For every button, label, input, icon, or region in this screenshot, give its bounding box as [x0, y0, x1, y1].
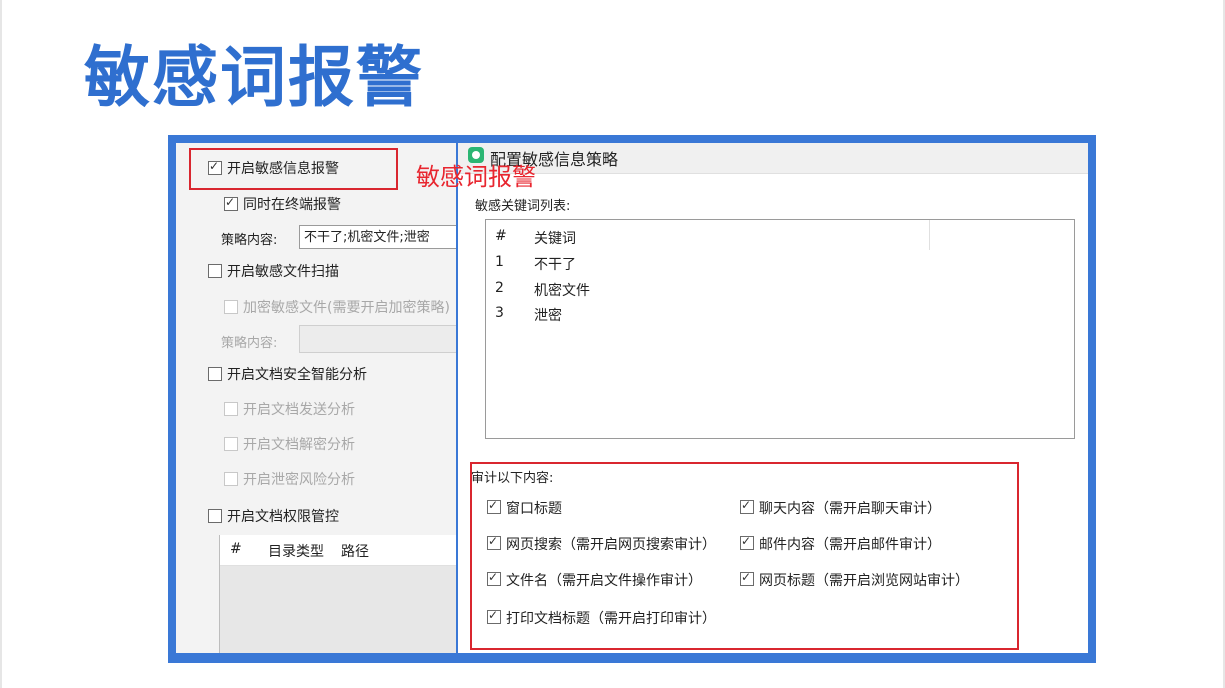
doc-send-analysis-checkbox[interactable]: [224, 402, 238, 416]
slide-edge-left: [0, 0, 2, 688]
keyword-row-value[interactable]: 不干了: [534, 254, 576, 274]
directory-table[interactable]: # 目录类型 路径: [219, 535, 456, 653]
alert-on-terminal-label: 同时在终端报警: [243, 197, 341, 213]
policy-content-input-2[interactable]: [299, 325, 456, 353]
enable-file-scan-label: 开启敏感文件扫描: [227, 264, 339, 280]
keyword-row-index: 3: [495, 305, 504, 321]
policy-settings-panel: 开启敏感信息报警 同时在终端报警 策略内容: 不干了;机密文件;泄密 开启敏感文…: [176, 143, 456, 653]
enable-file-scan-checkbox[interactable]: [208, 264, 222, 278]
highlight-box-audit: [470, 462, 1019, 650]
policy-content-label-2: 策略内容:: [221, 336, 278, 351]
encrypt-sensitive-files-checkbox[interactable]: [224, 300, 238, 314]
keyword-row-value[interactable]: 泄密: [534, 305, 562, 325]
column-header-index: #: [230, 541, 242, 557]
enable-doc-permission-label: 开启文档权限管控: [227, 509, 339, 525]
enable-doc-analysis-checkbox[interactable]: [208, 367, 222, 381]
doc-decrypt-analysis-label: 开启文档解密分析: [243, 437, 355, 453]
leak-risk-analysis-label: 开启泄密风险分析: [243, 472, 355, 488]
keyword-header-keyword: 关键词: [534, 231, 576, 247]
column-header-dir-type: 目录类型: [268, 544, 324, 560]
policy-content-input[interactable]: 不干了;机密文件;泄密: [299, 225, 456, 249]
enable-doc-permission-checkbox[interactable]: [208, 509, 222, 523]
encrypt-sensitive-files-label: 加密敏感文件(需要开启加密策略): [243, 300, 450, 316]
keyword-row-value[interactable]: 机密文件: [534, 280, 590, 300]
leak-risk-analysis-checkbox[interactable]: [224, 472, 238, 486]
alert-on-terminal-checkbox[interactable]: [224, 195, 238, 211]
keyword-row-index: 2: [495, 280, 504, 296]
keyword-list[interactable]: # 关键词 1 不干了 2 机密文件 3 泄密: [485, 219, 1075, 439]
slide-title: 敏感词报警: [84, 39, 424, 116]
dialog-title-bar: 配置敏感信息策略: [458, 143, 1088, 174]
enable-doc-analysis-label: 开启文档安全智能分析: [227, 367, 367, 383]
column-divider: [929, 220, 930, 250]
doc-decrypt-analysis-checkbox[interactable]: [224, 437, 238, 451]
keyword-row-index: 1: [495, 254, 504, 270]
keyword-header-index: #: [495, 228, 507, 244]
column-header-path: 路径: [341, 544, 369, 560]
policy-content-label: 策略内容:: [221, 233, 278, 248]
keyword-list-label: 敏感关键词列表:: [475, 199, 571, 214]
doc-send-analysis-label: 开启文档发送分析: [243, 402, 355, 418]
directory-table-header: # 目录类型 路径: [220, 535, 456, 566]
annotation-caption: 敏感词报警: [416, 163, 536, 191]
highlight-box-alert: [189, 148, 398, 190]
